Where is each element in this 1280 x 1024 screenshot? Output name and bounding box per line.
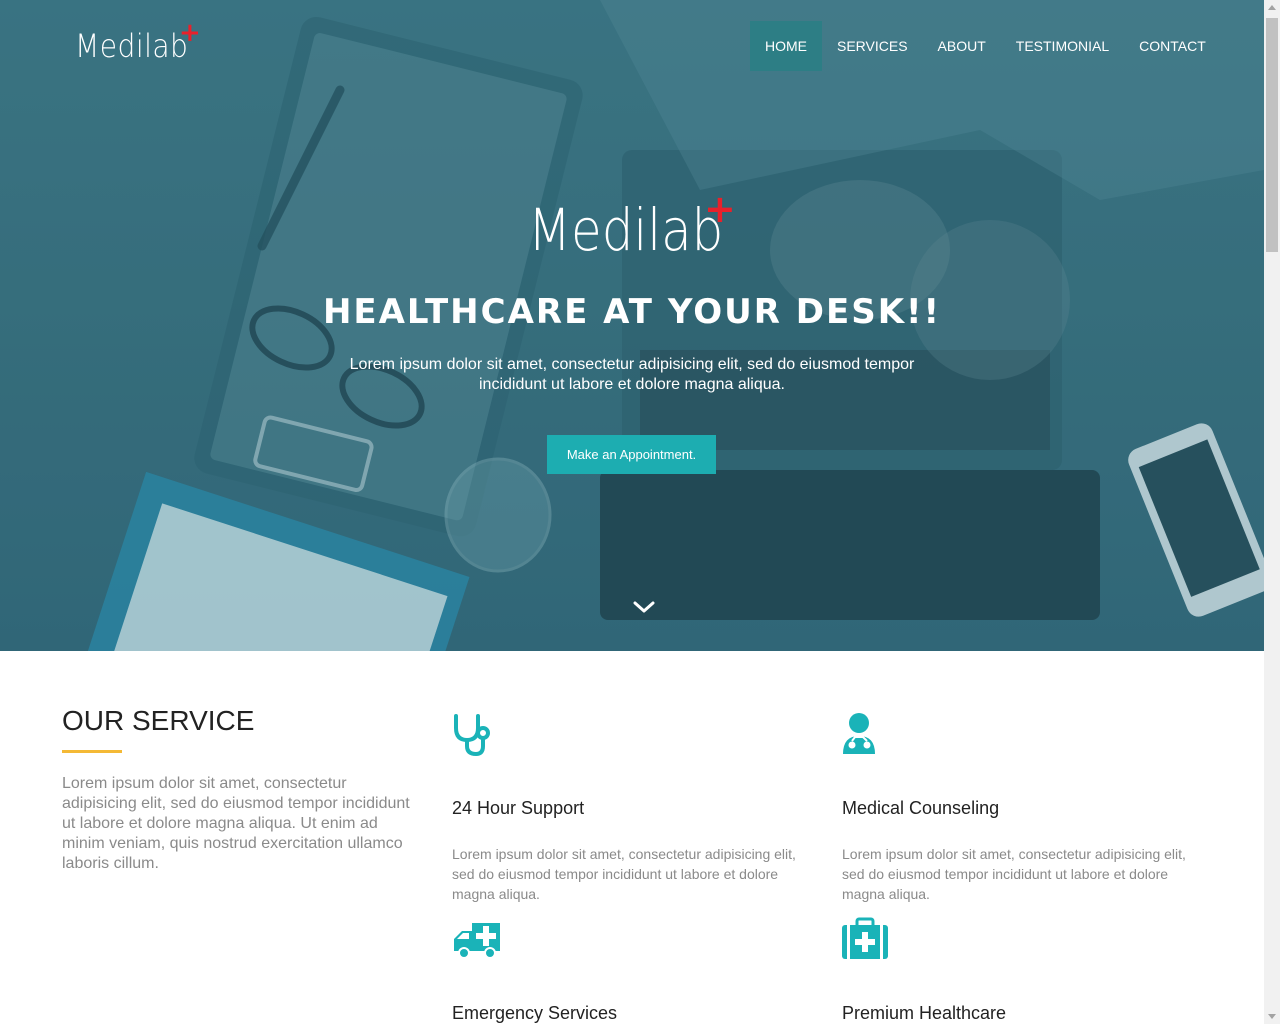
hero-logo-plus-icon: +: [704, 187, 736, 231]
medical-kit-icon: [842, 917, 888, 959]
scroll-down-arrow-icon[interactable]: [1264, 1008, 1280, 1024]
chevron-down-icon[interactable]: [632, 598, 656, 616]
nav-item-services[interactable]: SERVICES: [822, 21, 923, 71]
nav-item-contact[interactable]: CONTACT: [1124, 21, 1221, 71]
scroll-thumb[interactable]: [1266, 18, 1278, 252]
nav-item-home[interactable]: HOME: [750, 21, 822, 71]
service-description: Lorem ipsum dolor sit amet, consectetur …: [452, 846, 796, 902]
hero-logo-text: Medilab: [528, 196, 724, 264]
services-heading: OUR SERVICE: [62, 705, 255, 736]
heading-underline: [62, 750, 122, 753]
nav-logo-text: Medilab: [75, 27, 189, 65]
service-title: Premium Healthcare: [842, 1003, 1007, 1023]
hero-section: Medilab + HOME SERVICES ABOUT TESTIMONIA…: [0, 0, 1264, 651]
nav-item-about[interactable]: ABOUT: [923, 21, 1001, 71]
service-title: Medical Counseling: [842, 798, 1000, 818]
service-description: Lorem ipsum dolor sit amet, consectetur …: [842, 846, 1186, 902]
services-intro: Lorem ipsum dolor sit amet, consectetur …: [62, 775, 410, 872]
page-scrollbar[interactable]: [1264, 0, 1280, 1024]
service-title: 24 Hour Support: [452, 798, 585, 818]
make-appointment-button[interactable]: Make an Appointment.: [547, 435, 716, 474]
logo-plus-icon: +: [179, 18, 202, 48]
stethoscope-icon: [454, 714, 490, 756]
hero-subtitle: Lorem ipsum dolor sit amet, consectetur …: [349, 356, 915, 393]
nav-logo[interactable]: Medilab +: [75, 20, 204, 68]
ambulance-icon: [454, 923, 500, 959]
nav-item-testimonial[interactable]: TESTIMONIAL: [1001, 21, 1124, 71]
doctor-icon: [843, 713, 875, 754]
scroll-up-arrow-icon[interactable]: [1264, 0, 1280, 16]
hero-logo: Medilab +: [528, 190, 748, 264]
service-title: Emergency Services: [452, 1003, 618, 1023]
main-nav: HOME SERVICES ABOUT TESTIMONIAL CONTACT: [750, 21, 1221, 71]
hero-title: HEALTHCARE AT YOUR DESK!!: [322, 292, 942, 332]
